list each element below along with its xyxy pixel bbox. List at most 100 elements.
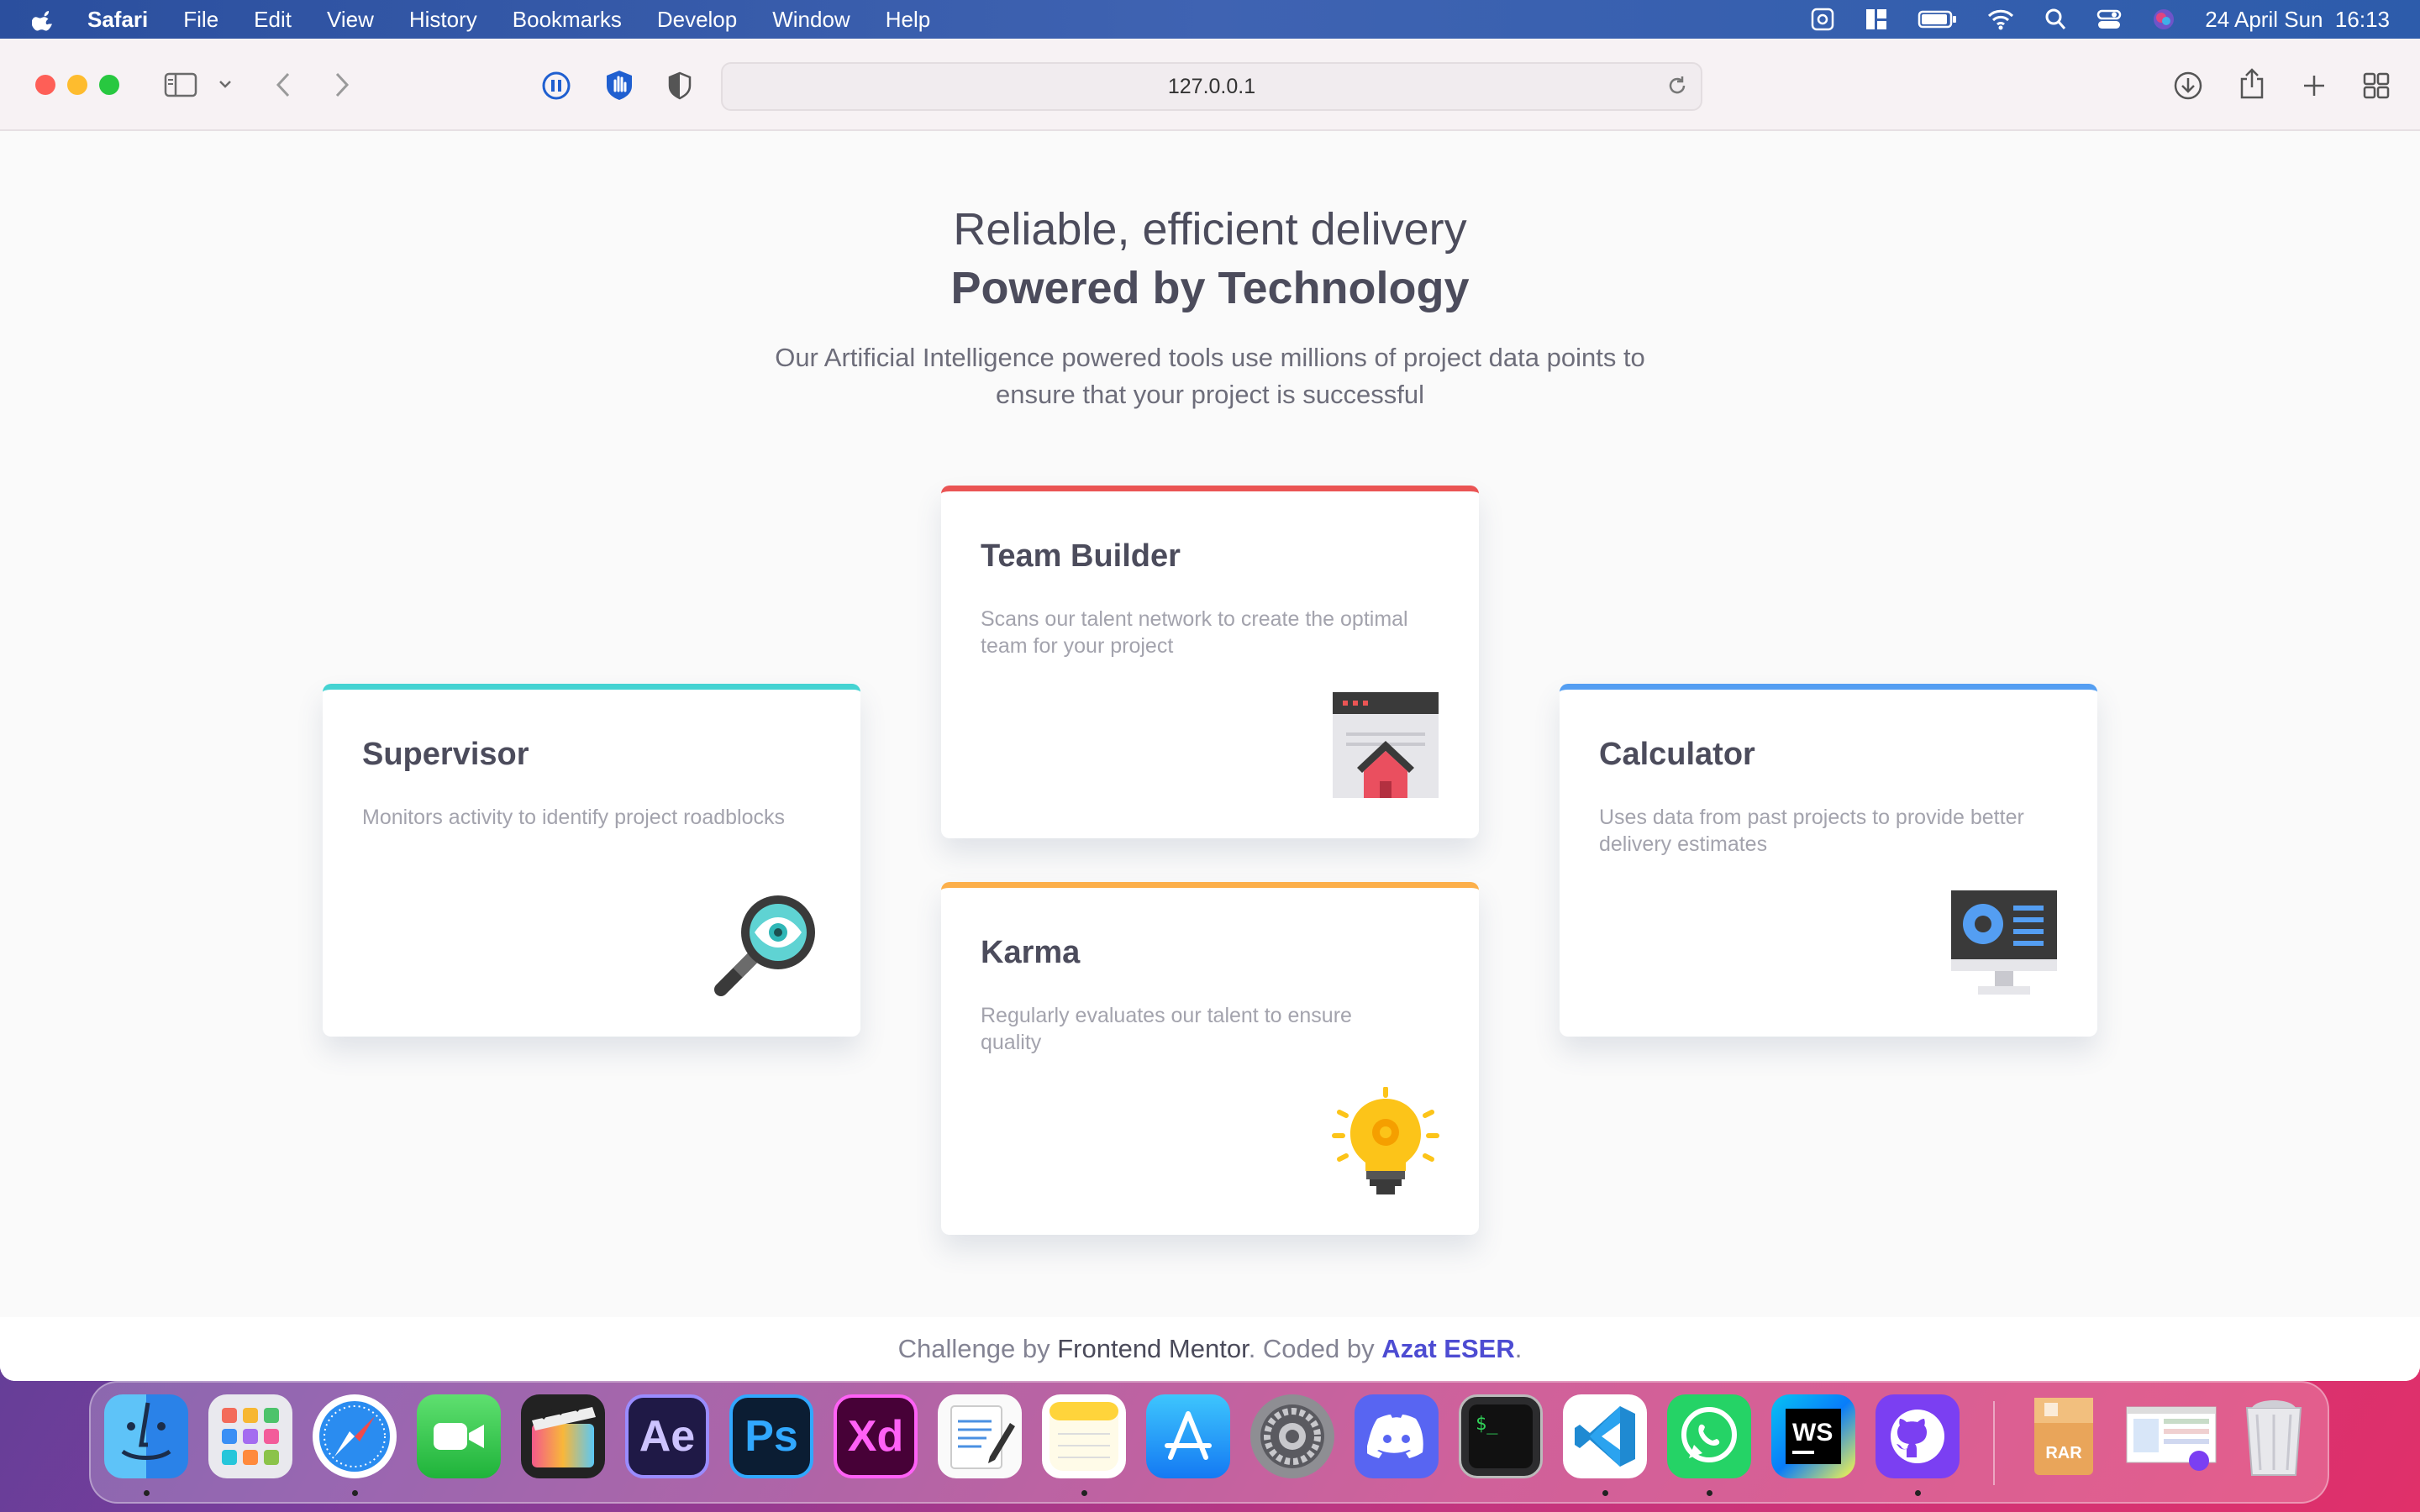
card-calculator: Calculator Uses data from past projects … <box>1560 684 2097 1037</box>
menu-help[interactable]: Help <box>886 7 930 33</box>
gear-icon <box>1260 1404 1324 1468</box>
dock-safari[interactable] <box>313 1394 397 1478</box>
webstorm-tile: WS <box>1786 1409 1841 1464</box>
card-title: Karma <box>981 935 1081 970</box>
running-indicator <box>144 1490 150 1496</box>
dock-terminal[interactable]: $_ <box>1459 1394 1543 1478</box>
ws-label: WS <box>1792 1419 1833 1446</box>
close-window-button[interactable] <box>35 75 55 95</box>
running-indicator <box>1081 1490 1087 1496</box>
minimize-window-button[interactable] <box>67 75 87 95</box>
dock: Ae Ps Xd $_ WS RAR <box>89 1381 2329 1504</box>
new-tab-icon[interactable] <box>2297 69 2331 102</box>
ws-underline <box>1792 1451 1814 1454</box>
menu-bar: Safari File Edit View History Bookmarks … <box>0 0 2420 39</box>
browser-house-icon <box>1333 692 1439 798</box>
back-icon[interactable] <box>269 69 297 101</box>
spotlight-search-icon[interactable] <box>2044 7 2067 32</box>
control-center-icon[interactable] <box>2096 7 2123 32</box>
downloads-icon[interactable] <box>2171 69 2205 102</box>
menu-view[interactable]: View <box>327 7 374 33</box>
card-team-builder: Team Builder Scans our talent network to… <box>941 486 1479 838</box>
menu-history[interactable]: History <box>409 7 477 33</box>
card-title: Calculator <box>1599 737 1755 772</box>
screen-capture-icon[interactable] <box>1810 7 1835 32</box>
dock-vscode[interactable] <box>1563 1394 1647 1478</box>
pen-paper-icon <box>950 1405 1015 1469</box>
dock-photoshop[interactable]: Ps <box>729 1394 813 1478</box>
hero-heading: Powered by Technology <box>950 263 1470 313</box>
wifi-icon[interactable] <box>1986 7 2015 32</box>
forward-icon[interactable] <box>328 69 356 101</box>
dock-discord[interactable] <box>1355 1394 1439 1478</box>
hero-intro: Our Artificial Intelligence powered tool… <box>775 343 1645 409</box>
author-link[interactable]: Azat ESER <box>1381 1334 1514 1363</box>
dock-notes[interactable] <box>1042 1394 1126 1478</box>
menu-bookmarks[interactable]: Bookmarks <box>513 7 622 33</box>
dock-rar-archive[interactable]: RAR <box>2022 1394 2106 1478</box>
dock-github-desktop[interactable] <box>1876 1394 1960 1478</box>
browser-toolbar: 127.0.0.1 <box>0 39 2420 131</box>
siri-icon[interactable] <box>2151 7 2176 32</box>
share-icon[interactable] <box>2235 66 2269 102</box>
dock-after-effects[interactable]: Ae <box>625 1394 709 1478</box>
running-indicator <box>1602 1490 1608 1496</box>
whatsapp-icon <box>1681 1407 1737 1462</box>
ps-label: Ps <box>744 1412 798 1461</box>
reload-icon[interactable] <box>1665 74 1689 97</box>
hand-extension-icon[interactable] <box>603 69 635 101</box>
dock-whatsapp[interactable] <box>1667 1394 1751 1478</box>
dock-trash[interactable] <box>2232 1394 2316 1478</box>
window-layout-icon[interactable] <box>1864 7 1889 32</box>
menu-edit[interactable]: Edit <box>254 7 292 33</box>
frontend-mentor-link[interactable]: Frontend Mentor <box>1057 1334 1248 1363</box>
running-indicator <box>352 1490 358 1496</box>
app-name-menu[interactable]: Safari <box>87 7 148 33</box>
launchpad-grid-icon <box>222 1408 279 1465</box>
apple-menu-icon[interactable] <box>32 7 57 32</box>
menubar-clock[interactable]: 24 April Sun 16:13 <box>2205 7 2390 33</box>
card-title: Supervisor <box>362 737 529 772</box>
sidebar-toggle-icon[interactable] <box>163 71 198 99</box>
github-octocat-icon <box>1891 1410 1944 1463</box>
trash-icon <box>2245 1400 2302 1476</box>
app-store-a-icon <box>1165 1411 1212 1460</box>
monitor-chart-icon <box>1951 890 2057 995</box>
dock-separator <box>1993 1401 1995 1485</box>
safari-compass-icon <box>319 1401 390 1472</box>
dock-screenshot-preview[interactable] <box>2124 1394 2218 1478</box>
rar-label: RAR <box>2045 1444 2082 1462</box>
card-title: Team Builder <box>981 538 1181 574</box>
zoom-window-button[interactable] <box>99 75 119 95</box>
menu-window[interactable]: Window <box>772 7 850 33</box>
menu-file[interactable]: File <box>183 7 218 33</box>
dock-finder[interactable] <box>104 1394 188 1478</box>
battery-icon[interactable] <box>1918 7 1958 32</box>
card-description: Regularly evaluates our talent to ensure… <box>981 1004 1352 1054</box>
vscode-icon <box>1575 1406 1635 1467</box>
pause-extension-icon[interactable] <box>541 71 571 101</box>
video-camera-icon <box>434 1423 484 1450</box>
dock-final-cut-pro[interactable] <box>521 1394 605 1478</box>
dock-webstorm[interactable]: WS <box>1771 1394 1855 1478</box>
dock-app-store[interactable] <box>1146 1394 1230 1478</box>
address-bar[interactable]: 127.0.0.1 <box>721 62 1702 111</box>
dock-facetime[interactable] <box>417 1394 501 1478</box>
screenshot-thumbnail-icon <box>2126 1406 2217 1471</box>
attribution-footer: Challenge by Frontend Mentor. Coded by A… <box>0 1317 2420 1381</box>
finder-icon <box>121 1402 171 1460</box>
discord-icon <box>1367 1415 1423 1458</box>
menu-develop[interactable]: Develop <box>657 7 737 33</box>
chevron-down-icon[interactable] <box>217 76 234 92</box>
notepad-icon <box>1050 1402 1118 1471</box>
dock-adobe-xd[interactable]: Xd <box>834 1394 918 1478</box>
card-description: Scans our talent network to create the o… <box>981 607 1408 658</box>
xd-label: Xd <box>847 1412 904 1461</box>
privacy-shield-icon[interactable] <box>666 71 694 101</box>
dock-textedit[interactable] <box>938 1394 1022 1478</box>
dock-launchpad[interactable] <box>208 1394 292 1478</box>
tab-overview-icon[interactable] <box>2360 69 2393 102</box>
svg-text:$_: $_ <box>1476 1414 1498 1435</box>
dock-system-preferences[interactable] <box>1250 1394 1334 1478</box>
clapperboard-icon <box>532 1399 596 1467</box>
